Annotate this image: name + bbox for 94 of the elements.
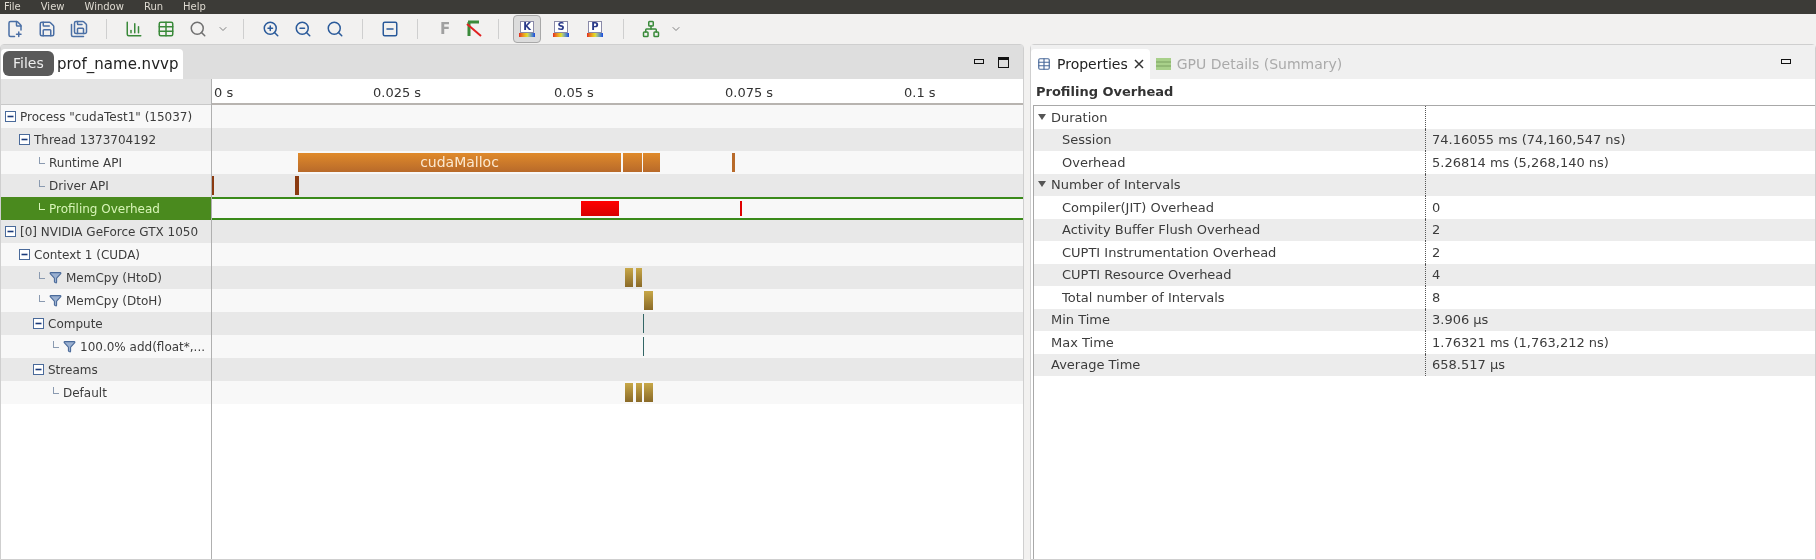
- clear-filter-icon[interactable]: [464, 19, 484, 39]
- tick-label: 0.025 s: [373, 84, 422, 102]
- tree-row[interactable]: 100.0% add(float*,...: [1, 335, 211, 358]
- filter-icon[interactable]: [49, 294, 62, 307]
- collapse-icon[interactable]: [33, 318, 44, 329]
- property-row[interactable]: Average Time 658.517 µs: [1034, 353, 1815, 376]
- property-name: Min Time: [1051, 311, 1110, 329]
- tree-label: Process "cudaTest1" (15037): [20, 108, 193, 126]
- property-name: CUPTI Instrumentation Overhead: [1062, 243, 1277, 262]
- property-value: 658.517 µs: [1431, 356, 1506, 374]
- tick-label: 0.1 s: [904, 84, 936, 102]
- tree-row[interactable]: Profiling Overhead: [1, 197, 211, 220]
- tree-row[interactable]: Streams: [1, 358, 211, 381]
- tooltip: Files: [3, 51, 54, 76]
- tree-label: Default: [63, 384, 107, 402]
- view-mode-button[interactable]: P: [581, 15, 609, 43]
- tree-row[interactable]: Context 1 (CUDA): [1, 243, 211, 266]
- menu-item[interactable]: Run: [143, 2, 164, 12]
- collapse-icon[interactable]: [5, 111, 16, 122]
- property-value: 1.76321 ms (1,763,212 ns): [1431, 333, 1610, 352]
- filter-icon[interactable]: [49, 271, 62, 284]
- property-value: 5.26814 ms (5,268,140 ns): [1431, 153, 1610, 172]
- tree-connector-icon: [53, 387, 59, 394]
- collapse-icon[interactable]: [33, 364, 44, 375]
- property-name: Session: [1062, 131, 1112, 149]
- property-name: Duration: [1051, 108, 1108, 127]
- property-row[interactable]: CUPTI Resource Overhead 4: [1034, 263, 1815, 286]
- property-name: CUPTI Resource Overhead: [1062, 266, 1232, 284]
- panel-title: Profiling Overhead: [1036, 83, 1174, 102]
- tick-label: 0.05 s: [554, 84, 594, 102]
- minimize-icon[interactable]: [974, 59, 984, 65]
- property-name: Activity Buffer Flush Overhead: [1062, 221, 1261, 239]
- tree-connector-icon: [39, 157, 45, 164]
- maximize-icon[interactable]: [998, 56, 1009, 68]
- collapse-icon[interactable]: [19, 249, 30, 260]
- tree-connector-icon: [39, 295, 45, 302]
- tree-row[interactable]: Compute: [1, 312, 211, 335]
- property-name: Total number of Intervals: [1062, 288, 1225, 307]
- menu-item[interactable]: Window: [84, 2, 124, 12]
- close-icon[interactable]: [1133, 59, 1144, 69]
- menu-item[interactable]: View: [40, 2, 65, 12]
- tree-label: Streams: [48, 361, 98, 379]
- properties-icon: [1037, 57, 1051, 71]
- tree-connector-icon: [39, 180, 45, 187]
- tree-row[interactable]: [0] NVIDIA GeForce GTX 1050: [1, 220, 211, 243]
- tree-row[interactable]: Default: [1, 381, 211, 404]
- tree-label: Driver API: [49, 177, 109, 195]
- property-name: Compiler(JIT) Overhead: [1062, 198, 1214, 217]
- menu-item[interactable]: Help: [183, 2, 206, 12]
- property-value: 3.906 µs: [1431, 311, 1490, 329]
- tree-label: MemCpy (HtoD): [66, 269, 162, 287]
- property-row[interactable]: Number of Intervals: [1034, 173, 1815, 196]
- tree-label: Profiling Overhead: [49, 200, 160, 218]
- panel-tab[interactable]: Properties: [1031, 49, 1150, 79]
- tree-label: Compute: [48, 315, 103, 333]
- tree-row[interactable]: Process "cudaTest1" (15037): [1, 105, 211, 128]
- property-value: 8: [1431, 288, 1442, 307]
- tree-row[interactable]: Thread 1373704192: [1, 128, 211, 151]
- property-name: Number of Intervals: [1051, 176, 1181, 194]
- tree-connector-icon: [39, 272, 45, 279]
- collapse-icon[interactable]: [19, 134, 30, 145]
- property-value: 2: [1431, 221, 1442, 239]
- tick-label: 0 s: [214, 84, 234, 102]
- property-name: Max Time: [1051, 333, 1114, 352]
- tree-label: [0] NVIDIA GeForce GTX 1050: [20, 223, 199, 241]
- collapse-icon[interactable]: [5, 226, 16, 237]
- property-name: Overhead: [1062, 153, 1126, 172]
- property-row[interactable]: Min Time 3.906 µs: [1034, 308, 1815, 331]
- tree-label: Runtime API: [49, 154, 122, 172]
- minimize-icon[interactable]: [1781, 59, 1791, 65]
- property-value: 0: [1431, 198, 1442, 217]
- tree-label: Thread 1373704192: [34, 131, 157, 149]
- tree-connector-icon: [39, 203, 45, 210]
- tree-connector-icon: [53, 341, 59, 348]
- menu-item[interactable]: File: [4, 2, 21, 12]
- property-name: Average Time: [1051, 356, 1141, 374]
- expanded-arrow-icon[interactable]: [1038, 112, 1047, 122]
- tree-row[interactable]: Runtime API: [1, 151, 211, 174]
- tree-row[interactable]: MemCpy (DtoH): [1, 289, 211, 312]
- tree-row[interactable]: Driver API: [1, 174, 211, 197]
- gpu-details-icon: [1155, 58, 1171, 70]
- view-mode-button[interactable]: K: [513, 15, 541, 43]
- tree-label: MemCpy (DtoH): [66, 292, 162, 310]
- property-value: 74.16055 ms (74,160,547 ns): [1431, 131, 1627, 149]
- property-value: 2: [1431, 243, 1442, 262]
- property-row[interactable]: Activity Buffer Flush Overhead 2: [1034, 218, 1815, 241]
- property-value: 4: [1431, 266, 1442, 284]
- view-mode-button[interactable]: S: [547, 15, 575, 43]
- tree-label: Context 1 (CUDA): [34, 246, 141, 264]
- tree-row[interactable]: MemCpy (HtoD): [1, 266, 211, 289]
- filter-icon[interactable]: [63, 340, 76, 353]
- tick-label: 0.075 s: [725, 84, 774, 102]
- tree-label: 100.0% add(float*,...: [80, 338, 206, 356]
- property-row[interactable]: Session 74.16055 ms (74,160,547 ns): [1034, 128, 1815, 151]
